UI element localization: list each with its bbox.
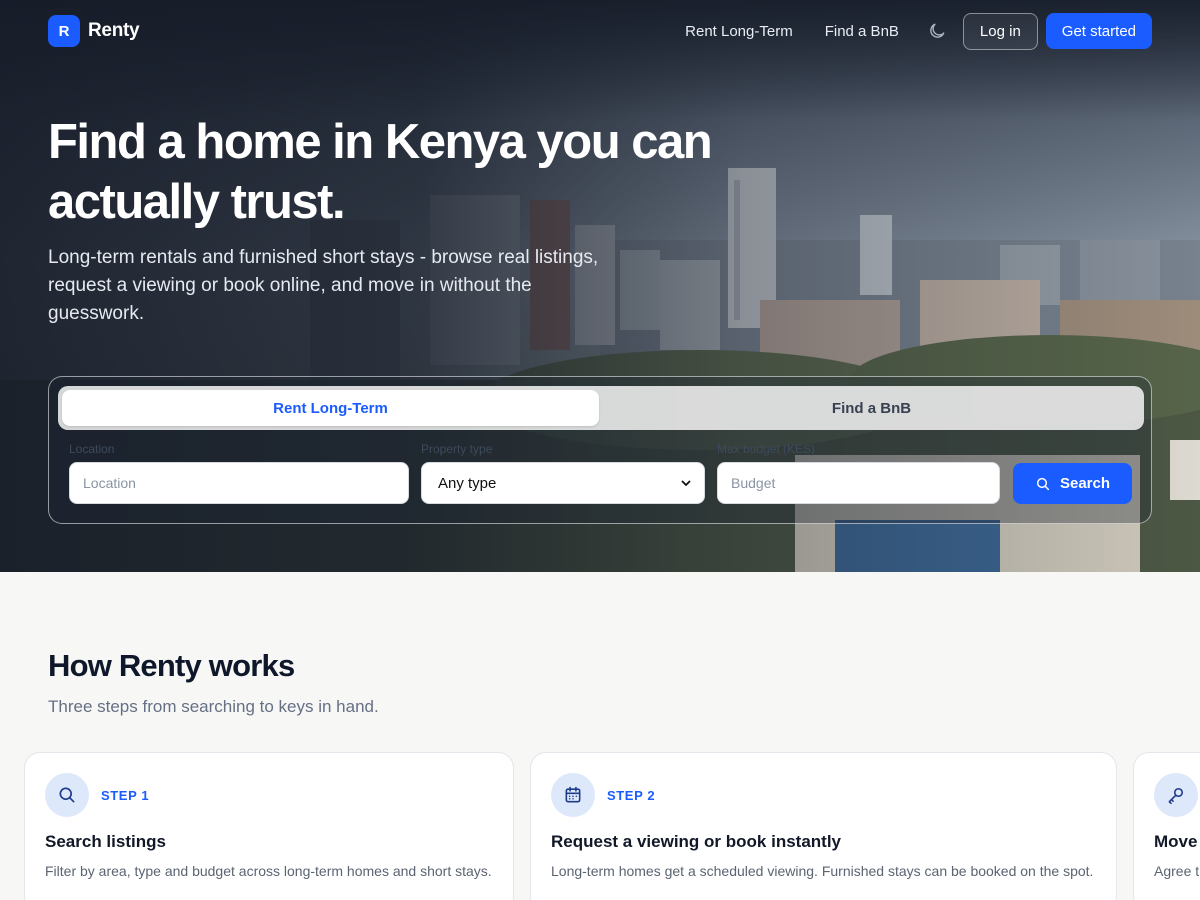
hero-subtitle: Long-term rentals and furnished short st… — [48, 247, 599, 324]
how-it-works-subtitle: Three steps from searching to keys in ha… — [48, 697, 379, 716]
property-type-value: Any type — [438, 474, 497, 492]
key-icon — [1168, 787, 1184, 805]
hero-section: R Renty Rent Long-Term Find a BnB Log in… — [0, 0, 1200, 572]
nav-actions: Rent Long-Term Find a BnB Log in Get sta… — [685, 12, 1152, 50]
budget-label: Max budget (KES) — [717, 442, 816, 456]
calendar-icon — [565, 786, 581, 803]
step-icon-circle — [1154, 773, 1198, 817]
step-card: STEP 2 Request a viewing or book instant… — [530, 752, 1117, 900]
nav-link-find-bnb[interactable]: Find a BnB — [825, 23, 899, 40]
chevron-down-icon — [681, 480, 691, 486]
tab-find-bnb[interactable]: Find a BnB — [603, 390, 1140, 426]
search-button[interactable]: Search — [1013, 463, 1132, 504]
search-icon — [1036, 477, 1050, 490]
get-started-button[interactable]: Get started — [1045, 13, 1152, 49]
step-number: STEP 1 — [101, 788, 150, 803]
step-description: Long-term homes get a scheduled viewing.… — [551, 863, 1094, 879]
property-type-label: Property type — [421, 442, 493, 456]
hero-title: Find a home in Kenya you can actually tr… — [48, 115, 713, 229]
step-description: Agree t — [1154, 863, 1200, 879]
step-title: Search listings — [45, 832, 166, 851]
step-number: STEP 2 — [607, 788, 656, 803]
budget-placeholder: Budget — [731, 475, 776, 491]
top-navigation: R Renty Rent Long-Term Find a BnB Log in… — [48, 12, 1152, 50]
step-icon-circle — [551, 773, 595, 817]
search-panel: Rent Long-Term Find a BnB Location Locat… — [48, 376, 1152, 524]
budget-input[interactable]: Budget — [717, 462, 1000, 504]
tab-rent-long-term[interactable]: Rent Long-Term — [62, 390, 599, 426]
step-card: STEP 1 Search listings Filter by area, t… — [24, 752, 514, 900]
how-it-works-title: How Renty works — [48, 648, 295, 683]
search-icon — [59, 787, 75, 803]
location-label: Location — [69, 442, 115, 456]
location-placeholder: Location — [83, 475, 136, 491]
search-mode-tabs: Rent Long-Term Find a BnB — [58, 386, 1144, 430]
logo-mark[interactable]: R — [48, 15, 80, 47]
step-description: Filter by area, type and budget across l… — [45, 863, 492, 879]
search-button-label: Search — [1059, 475, 1111, 492]
step-title: Request a viewing or book instantly — [551, 832, 841, 851]
moon-icon[interactable] — [927, 21, 947, 41]
step-title: Move — [1154, 832, 1198, 851]
step-card: Move Agree t — [1133, 752, 1200, 900]
nav-link-rent-long-term[interactable]: Rent Long-Term — [685, 23, 793, 40]
step-icon-circle — [45, 773, 89, 817]
location-input[interactable]: Location — [69, 462, 409, 504]
login-button[interactable]: Log in — [962, 12, 1038, 50]
brand-name[interactable]: Renty — [88, 20, 140, 42]
property-type-select[interactable]: Any type — [421, 462, 705, 504]
